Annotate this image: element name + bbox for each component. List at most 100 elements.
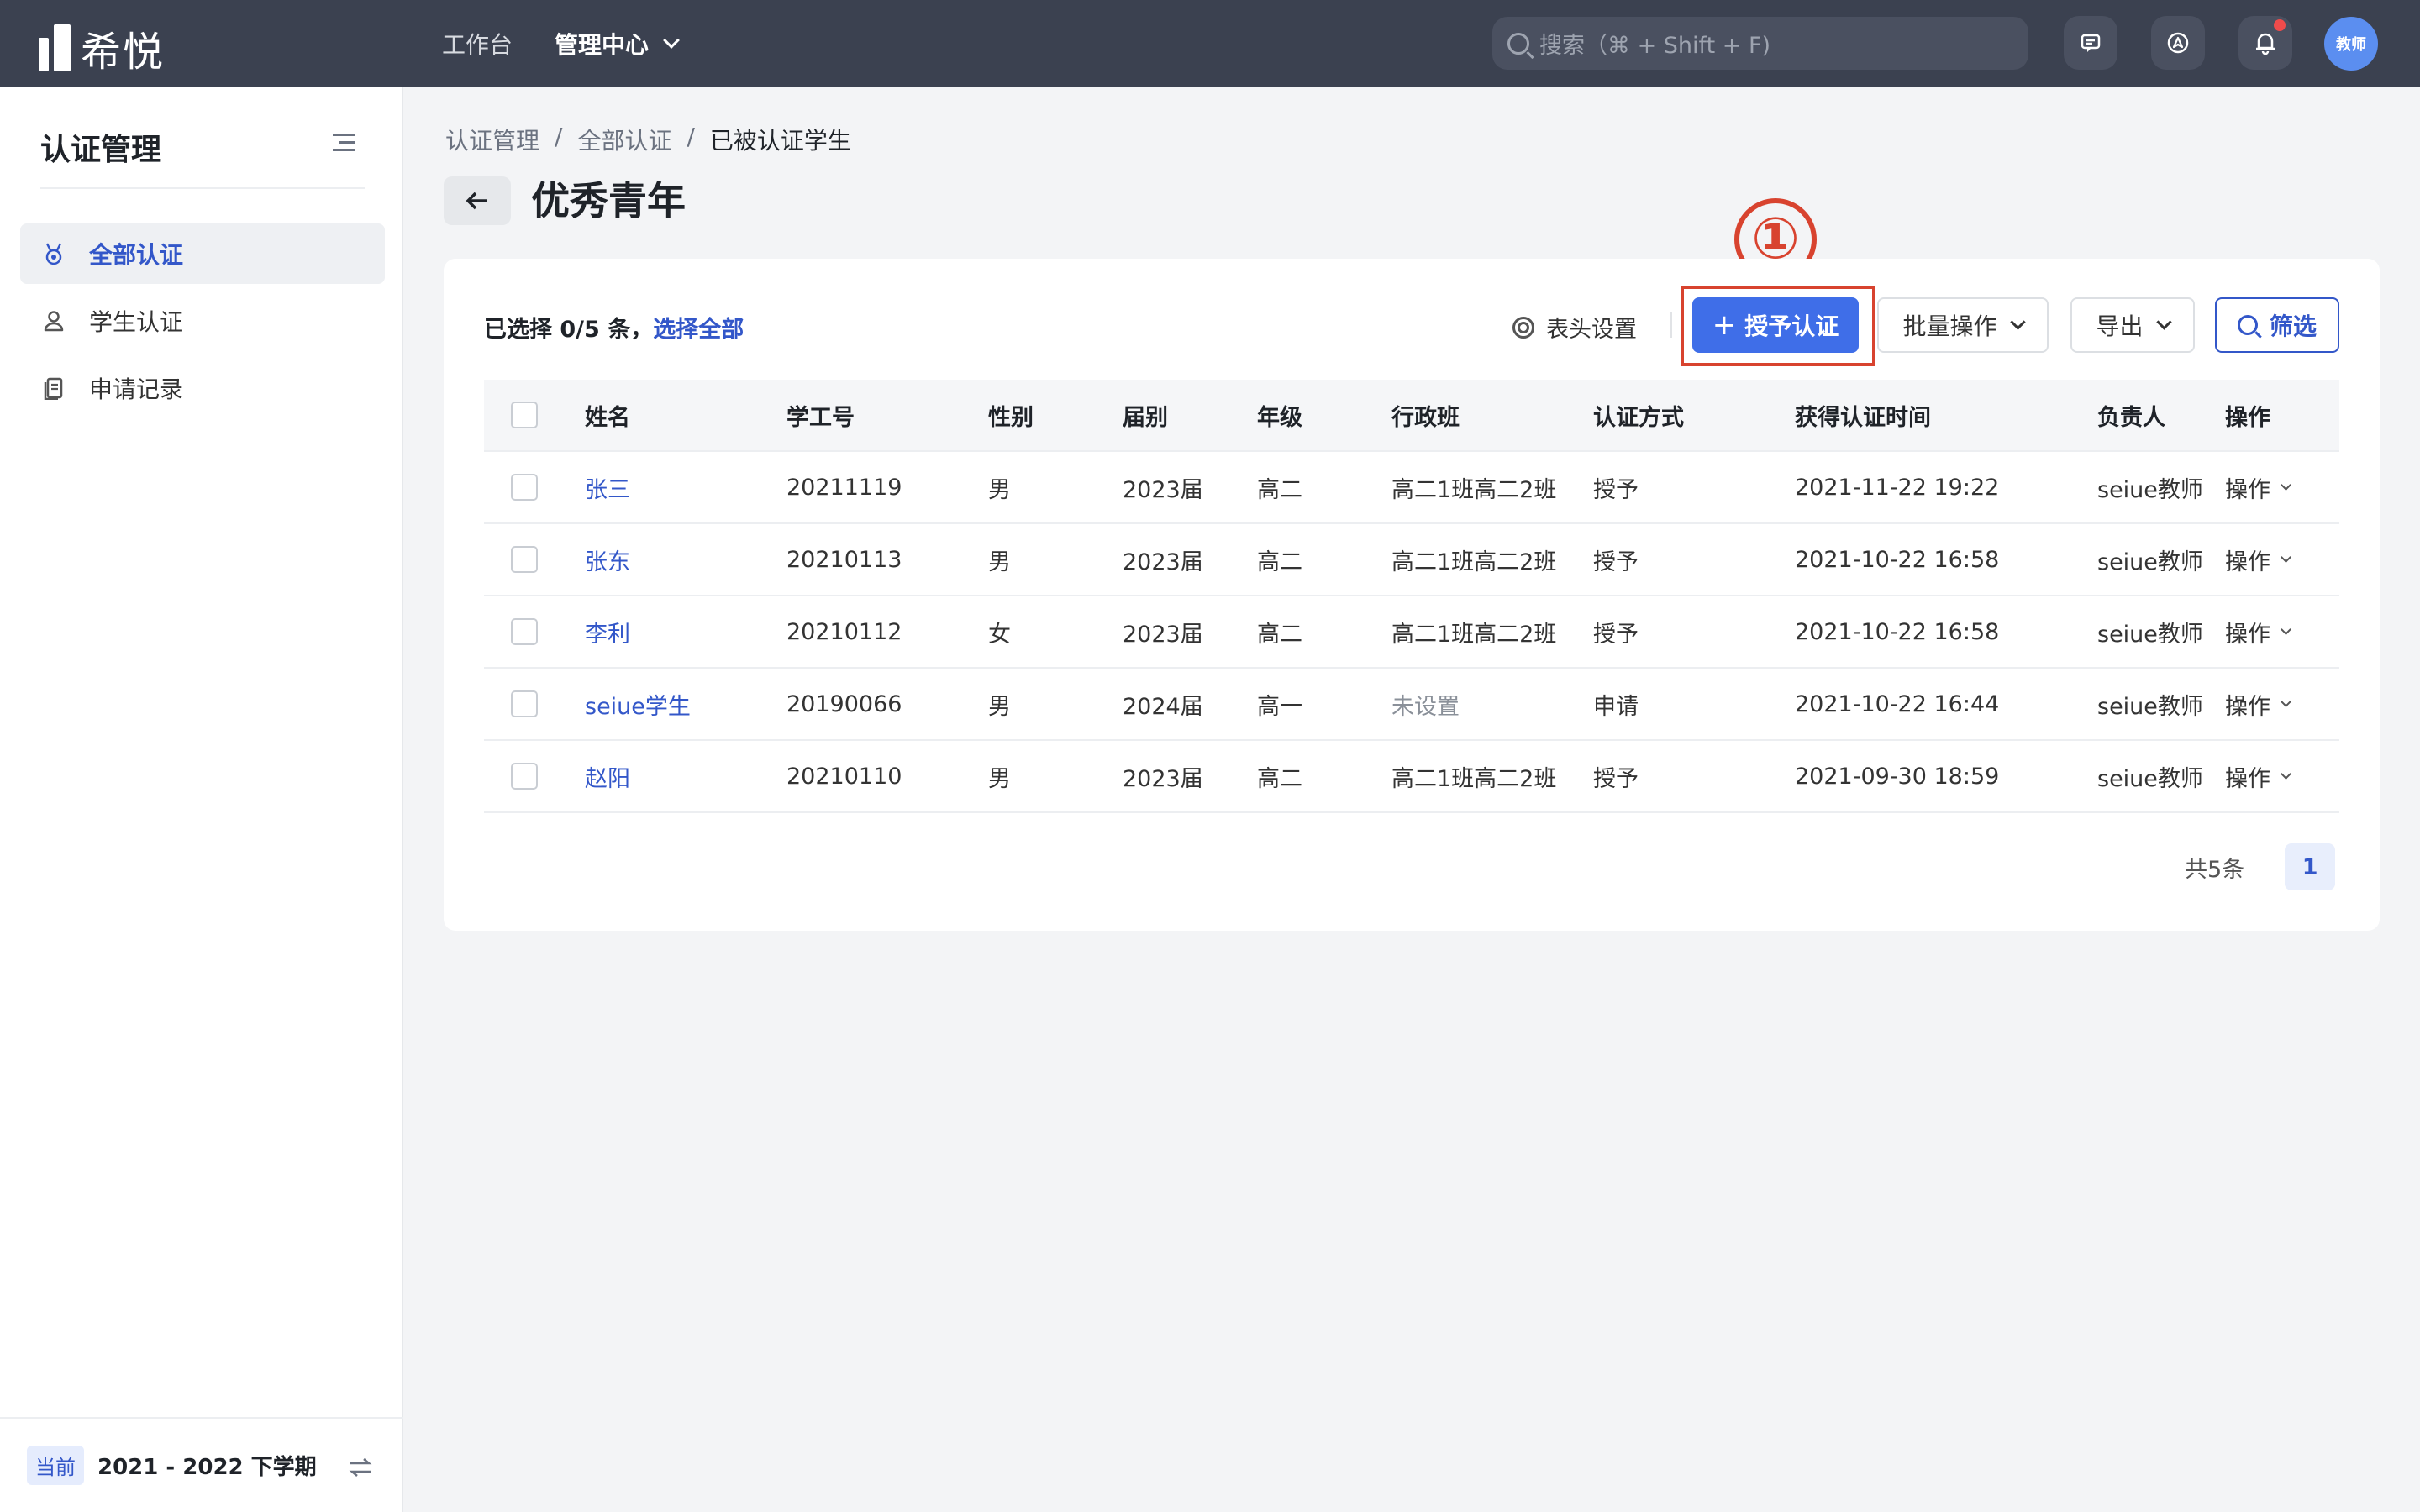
column-header-cohort[interactable]: 届别 xyxy=(1123,399,1257,432)
avatar[interactable]: 教师 xyxy=(2324,17,2378,71)
page-button-1[interactable]: 1 xyxy=(2285,843,2336,890)
student-cohort: 2023届 xyxy=(1123,549,1203,575)
selection-info: 已选择 0/5 条，选择全部 xyxy=(484,311,744,344)
app-logo[interactable]: 希悦 xyxy=(39,18,165,77)
collapse-sidebar-icon[interactable] xyxy=(333,134,355,152)
breadcrumb-separator: / xyxy=(687,123,695,150)
owner: seiue教师 xyxy=(2097,476,2203,503)
chevron-down-icon xyxy=(2281,623,2291,635)
select-all-link[interactable]: 选择全部 xyxy=(653,317,744,343)
sidebar-item-all-certifications[interactable]: 全部认证 xyxy=(20,223,385,284)
chevron-down-icon xyxy=(2281,696,2291,707)
select-all-checkbox[interactable] xyxy=(511,402,538,428)
search-icon xyxy=(2237,315,2258,335)
global-search-input[interactable]: 搜索（⌘ + Shift + F) xyxy=(1492,17,2028,70)
student-gender: 男 xyxy=(988,549,1011,575)
back-button[interactable] xyxy=(444,176,511,225)
column-header-owner[interactable]: 负责人 xyxy=(2097,399,2225,432)
sidebar-item-application-records[interactable]: 申请记录 xyxy=(20,358,385,418)
medal-icon xyxy=(42,242,66,265)
student-name-link[interactable]: 张三 xyxy=(585,471,786,504)
certified-students-table: 姓名 学工号 性别 届别 年级 行政班 认证方式 获得认证时间 负责人 操作 张… xyxy=(484,380,2339,813)
table-row: 赵阳 20210110 男 2023届 高二 高二1班高二2班 授予 2021-… xyxy=(484,741,2339,813)
message-icon[interactable] xyxy=(2064,16,2118,70)
compass-icon[interactable] xyxy=(2151,16,2205,70)
row-checkbox[interactable] xyxy=(511,763,538,790)
owner: seiue教师 xyxy=(2097,621,2203,648)
student-id: 20190066 xyxy=(786,690,902,717)
filter-button[interactable]: 筛选 xyxy=(2215,297,2339,353)
export-label: 导出 xyxy=(2096,312,2144,340)
sidebar-item-label: 学生认证 xyxy=(89,308,184,336)
nav-workbench[interactable]: 工作台 xyxy=(442,27,513,60)
plus-icon: + xyxy=(1712,308,1737,342)
student-grade: 高一 xyxy=(1257,693,1302,720)
current-term-label: 2021 - 2022 下学期 xyxy=(97,1455,317,1480)
student-class: 高二1班高二2班 xyxy=(1392,549,1557,575)
student-cohort: 2023届 xyxy=(1123,621,1203,648)
sidebar-divider xyxy=(40,187,365,189)
column-header-name[interactable]: 姓名 xyxy=(585,399,786,432)
breadcrumb-certification-management[interactable]: 认证管理 xyxy=(445,123,539,156)
row-actions-dropdown[interactable]: 操作 xyxy=(2225,543,2339,576)
certification-time: 2021-11-22 19:22 xyxy=(1795,474,2000,501)
chevron-down-icon xyxy=(2281,768,2291,780)
sidebar: 认证管理 全部认证 学生认证 申请记录 当前 2021 - 2022 下学期 xyxy=(0,87,403,1512)
row-checkbox[interactable] xyxy=(511,474,538,501)
row-actions-dropdown[interactable]: 操作 xyxy=(2225,760,2339,793)
certification-method: 授予 xyxy=(1593,765,1639,792)
row-checkbox[interactable] xyxy=(511,546,538,573)
header-settings-label: 表头设置 xyxy=(1546,317,1637,343)
swap-icon[interactable] xyxy=(348,1452,373,1486)
column-header-method[interactable]: 认证方式 xyxy=(1593,399,1795,432)
gear-icon xyxy=(1512,316,1534,339)
student-class: 未设置 xyxy=(1392,693,1460,720)
table-header: 姓名 学工号 性别 届别 年级 行政班 认证方式 获得认证时间 负责人 操作 xyxy=(484,380,2339,452)
selection-count: 已选择 0/5 条， xyxy=(484,317,654,343)
student-id: 20210112 xyxy=(786,618,902,645)
table-row: 张东 20210113 男 2023届 高二 高二1班高二2班 授予 2021-… xyxy=(484,524,2339,596)
row-actions-label: 操作 xyxy=(2225,549,2270,575)
sidebar-item-label: 全部认证 xyxy=(89,241,184,269)
chevron-down-icon xyxy=(2281,479,2291,491)
owner: seiue教师 xyxy=(2097,549,2203,575)
row-checkbox[interactable] xyxy=(511,690,538,717)
student-gender: 男 xyxy=(988,765,1011,792)
column-header-time[interactable]: 获得认证时间 xyxy=(1795,399,2097,432)
student-gender: 女 xyxy=(988,621,1011,648)
student-class: 高二1班高二2班 xyxy=(1392,765,1557,792)
row-actions-dropdown[interactable]: 操作 xyxy=(2225,688,2339,721)
student-name-link[interactable]: 赵阳 xyxy=(585,760,786,793)
breadcrumb-current: 已被认证学生 xyxy=(709,127,851,155)
column-header-gender[interactable]: 性别 xyxy=(988,399,1123,432)
student-name-link[interactable]: 李利 xyxy=(585,616,786,648)
row-checkbox[interactable] xyxy=(511,618,538,645)
batch-operations-dropdown[interactable]: 批量操作 xyxy=(1877,297,2049,353)
student-class: 高二1班高二2班 xyxy=(1392,476,1557,503)
column-header-id[interactable]: 学工号 xyxy=(786,399,988,432)
term-selector[interactable]: 当前 2021 - 2022 下学期 xyxy=(0,1417,403,1512)
column-header-class[interactable]: 行政班 xyxy=(1392,399,1593,432)
header-settings-button[interactable]: 表头设置 xyxy=(1512,311,1637,344)
table-row: seiue学生 20190066 男 2024届 高一 未设置 申请 2021-… xyxy=(484,669,2339,741)
top-nav: 工作台 管理中心 xyxy=(442,0,680,87)
nav-admin-center-label: 管理中心 xyxy=(555,30,650,59)
column-header-actions: 操作 xyxy=(2225,404,2270,431)
sidebar-item-student-certifications[interactable]: 学生认证 xyxy=(20,291,385,351)
table-row: 张三 20211119 男 2023届 高二 高二1班高二2班 授予 2021-… xyxy=(484,452,2339,524)
row-actions-dropdown[interactable]: 操作 xyxy=(2225,616,2339,648)
student-name-link[interactable]: 张东 xyxy=(585,543,786,576)
row-actions-dropdown[interactable]: 操作 xyxy=(2225,471,2339,504)
bell-icon[interactable] xyxy=(2238,16,2292,70)
page-title: 优秀青年 xyxy=(531,178,686,223)
student-name-link[interactable]: seiue学生 xyxy=(585,688,786,721)
nav-admin-center[interactable]: 管理中心 xyxy=(555,27,680,60)
export-dropdown[interactable]: 导出 xyxy=(2070,297,2195,353)
column-header-grade[interactable]: 年级 xyxy=(1257,399,1392,432)
student-gender: 男 xyxy=(988,476,1011,503)
grant-certification-button[interactable]: + 授予认证 xyxy=(1692,297,1859,353)
breadcrumb-all-certifications[interactable]: 全部认证 xyxy=(577,123,671,156)
content-card: 已选择 0/5 条，选择全部 表头设置 + 授予认证 批量操作 导出 筛选 姓名… xyxy=(444,259,2380,931)
certification-time: 2021-09-30 18:59 xyxy=(1795,763,2000,790)
student-cohort: 2023届 xyxy=(1123,765,1203,792)
